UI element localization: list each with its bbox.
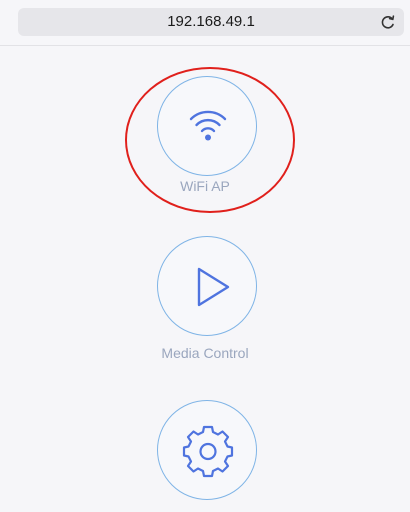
media-control-label: Media Control	[161, 345, 249, 361]
gear-icon	[182, 425, 234, 478]
settings-button[interactable]	[157, 400, 257, 500]
toolbar-divider	[0, 45, 410, 46]
highlight-circle	[125, 67, 295, 213]
url-text: 192.168.49.1	[167, 13, 255, 30]
media-control-button[interactable]	[157, 236, 257, 336]
reload-icon[interactable]	[378, 12, 398, 32]
address-bar[interactable]: 192.168.49.1	[18, 8, 404, 36]
play-icon	[197, 267, 230, 307]
